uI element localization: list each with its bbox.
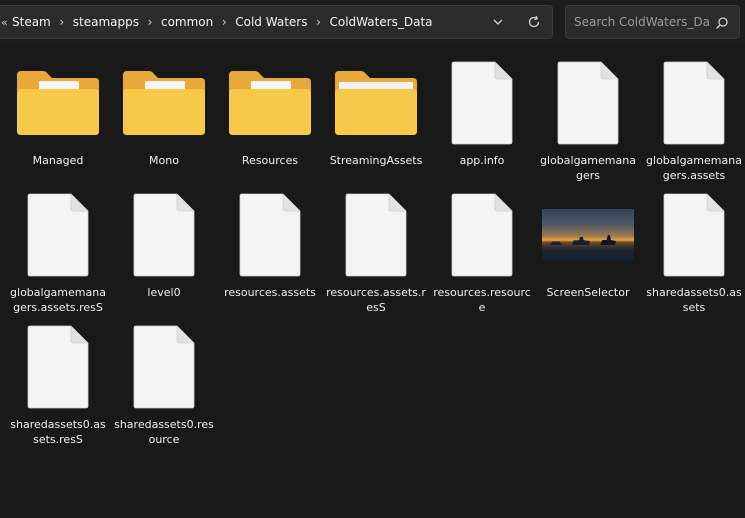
file-item-label: sharedassets0.resource <box>114 418 214 446</box>
file-icon <box>538 58 638 148</box>
breadcrumb-separator-icon[interactable]: › <box>139 15 161 29</box>
folder-gear-icon <box>8 58 108 148</box>
breadcrumb-common[interactable]: common <box>161 15 213 29</box>
breadcrumb-steamapps[interactable]: steamapps <box>73 15 139 29</box>
file-icon <box>114 322 214 412</box>
file-item-label: Resources <box>241 154 299 167</box>
file-item[interactable]: app.info <box>432 58 532 188</box>
file-item[interactable]: resources.resource <box>432 190 532 320</box>
file-item[interactable]: globalgamemanagers.assets <box>644 58 744 188</box>
file-icon <box>8 322 108 412</box>
file-icon <box>8 190 108 280</box>
file-item-label: Managed <box>32 154 84 167</box>
breadcrumb-separator-icon[interactable]: › <box>51 15 73 29</box>
image-icon <box>538 190 638 280</box>
file-item-label: ScreenSelector <box>546 286 630 299</box>
file-item[interactable]: level0 <box>114 190 214 320</box>
file-item-label: app.info <box>459 154 505 167</box>
search-icon[interactable] <box>715 15 729 34</box>
file-item[interactable]: Managed <box>8 58 108 188</box>
file-icon <box>114 190 214 280</box>
file-item-label: Mono <box>149 154 179 167</box>
refresh-icon[interactable] <box>516 6 552 38</box>
file-icon <box>432 58 532 148</box>
file-icon <box>432 190 532 280</box>
file-item-label: resources.assets.resS <box>326 286 426 314</box>
file-item-label: globalgamemanagers.assets <box>646 154 742 182</box>
file-item[interactable]: sharedassets0.resource <box>114 322 214 452</box>
file-icon <box>644 190 744 280</box>
file-item-label: globalgamemanagers.assets.resS <box>10 286 106 314</box>
file-item[interactable]: StreamingAssets <box>326 58 426 188</box>
file-item[interactable]: globalgamemanagers.assets.resS <box>8 190 108 320</box>
breadcrumb-coldwaters-data[interactable]: ColdWaters_Data <box>329 15 432 29</box>
folder-document-icon <box>220 58 320 148</box>
image-thumbnail-icon <box>542 209 634 261</box>
file-icon <box>220 190 320 280</box>
file-item[interactable]: resources.assets.resS <box>326 190 426 320</box>
file-item[interactable]: Mono <box>114 58 214 188</box>
breadcrumb-separator-icon[interactable]: › <box>213 15 235 29</box>
breadcrumb-cold-waters[interactable]: Cold Waters <box>235 15 307 29</box>
file-icon <box>644 58 744 148</box>
file-item-label: sharedassets0.assets.resS <box>10 418 106 446</box>
breadcrumb-overflow[interactable]: « <box>0 16 12 29</box>
file-item[interactable]: globalgamemanagers <box>538 58 638 188</box>
file-item[interactable]: Resources <box>220 58 320 188</box>
file-item-label: resources.resource <box>433 286 531 314</box>
file-item-label: level0 <box>147 286 181 299</box>
file-item-label: sharedassets0.assets <box>646 286 742 314</box>
folder-gear-icon <box>114 58 214 148</box>
address-toolbar: « Steam › steamapps › common › Cold Wate… <box>0 0 745 45</box>
search-box[interactable] <box>565 5 740 39</box>
file-item[interactable]: sharedassets0.assets.resS <box>8 322 108 452</box>
file-item-label: StreamingAssets <box>329 154 423 167</box>
file-item[interactable]: resources.assets <box>220 190 320 320</box>
address-bar[interactable]: « Steam › steamapps › common › Cold Wate… <box>0 5 553 39</box>
chevron-down-icon[interactable] <box>480 6 516 38</box>
file-item-label: globalgamemanagers <box>540 154 636 182</box>
folder-icon <box>326 58 426 148</box>
breadcrumb-steam[interactable]: Steam <box>12 15 51 29</box>
file-item[interactable]: ScreenSelector <box>538 190 638 320</box>
search-input[interactable] <box>574 15 709 29</box>
breadcrumb-separator-icon[interactable]: › <box>307 15 329 29</box>
file-item-label: resources.assets <box>224 286 316 299</box>
file-icon <box>326 190 426 280</box>
file-item[interactable]: sharedassets0.assets <box>644 190 744 320</box>
